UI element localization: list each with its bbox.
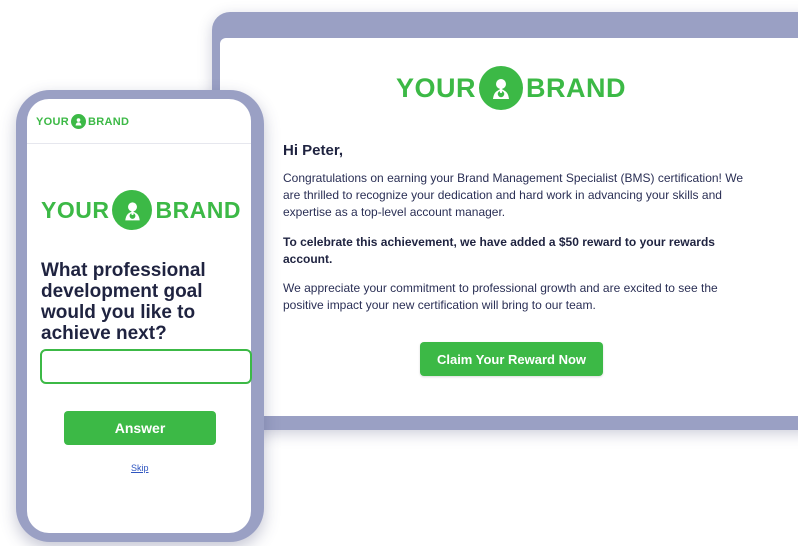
mascot-pointing-icon <box>112 190 153 230</box>
claim-reward-button[interactable]: Claim Your Reward Now <box>420 342 603 376</box>
brand-text-left: YOUR <box>36 115 69 128</box>
phone-header-brand-logo: YOUR BRAND <box>36 114 129 129</box>
email-paragraph-congrats: Congratulations on earning your Brand Ma… <box>283 171 744 219</box>
brand-text-right: BRAND <box>155 196 242 223</box>
brand-text-left: YOUR <box>41 196 110 223</box>
email-brand-logo: YOUR BRAND <box>396 66 626 110</box>
email-paragraph-reward: To celebrate this achievement, we have a… <box>283 235 715 266</box>
survey-question: What professional development goal would… <box>41 260 206 344</box>
brand-text-right: BRAND <box>526 72 627 103</box>
mascot-pointing-icon <box>479 66 524 110</box>
phone-header: YOUR BRAND <box>27 99 251 144</box>
answer-input[interactable] <box>40 349 252 384</box>
answer-button[interactable]: Answer <box>64 411 216 445</box>
email-greeting: Hi Peter, <box>283 142 344 159</box>
email-paragraph-appreciation: We appreciate your commitment to profess… <box>283 281 718 312</box>
mascot-pointing-icon <box>70 114 86 129</box>
phone-brand-logo: YOUR BRAND <box>41 190 241 230</box>
skip-link[interactable]: Skip <box>131 463 149 473</box>
brand-text-right: BRAND <box>87 115 130 128</box>
brand-text-left: YOUR <box>396 72 477 103</box>
